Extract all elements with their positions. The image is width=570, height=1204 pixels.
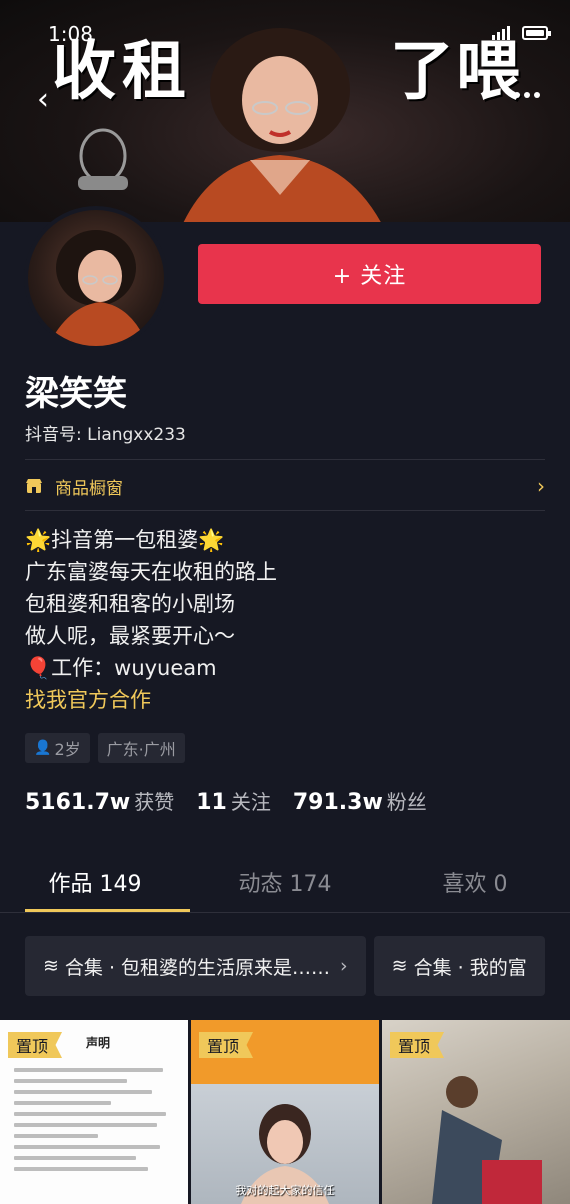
document-text-lines: [14, 1068, 176, 1178]
video-doc-title: 声明: [86, 1036, 111, 1050]
bio: 🌟抖音第一包租婆🌟 广东富婆每天在收租的路上 包租婆和租客的小剧场 做人呢，最紧…: [25, 524, 277, 716]
divider: [25, 510, 545, 511]
following-stat[interactable]: 11 关注: [196, 786, 271, 815]
collection-label: 合集 · 我的富: [413, 956, 527, 979]
more-dots-icon[interactable]: [514, 92, 540, 98]
back-arrow-icon[interactable]: ‹: [28, 82, 58, 117]
profile-stats: 5161.7w 获赞 11 关注 791.3w 粉丝: [25, 786, 449, 815]
video-thumbnail[interactable]: 置顶: [382, 1020, 570, 1204]
tab-dynamics[interactable]: 动态 174: [190, 852, 380, 912]
collection-card[interactable]: ≋ 合集 · 包租婆的生活原来是…… ›: [25, 936, 366, 996]
pinned-badge: 置顶: [8, 1032, 63, 1058]
profile-banner: 1:08 收租 了喂 ‹: [0, 0, 570, 222]
keys-image: [78, 128, 128, 190]
tab-likes[interactable]: 喜欢 0: [380, 852, 570, 912]
avatar[interactable]: [24, 206, 168, 350]
collections-row: ≋ 合集 · 包租婆的生活原来是…… › ≋ 合集 · 我的富: [25, 936, 545, 996]
video-grid: 置顶 声明 置顶 我对的起大家的信任 置顶: [0, 1020, 570, 1204]
banner-title-left: 收租: [52, 34, 192, 109]
age-label: 2岁: [54, 740, 81, 759]
profile-name: 梁笑笑: [25, 374, 127, 414]
video-person-image: [432, 1076, 542, 1204]
collection-label: 合集 · 包租婆的生活原来是……: [64, 956, 331, 979]
fans-label: 粉丝: [386, 790, 427, 814]
stack-icon: ≋: [43, 955, 59, 977]
divider: [25, 459, 545, 460]
female-icon: 👤: [34, 740, 52, 756]
location-tag: 广东·广州: [97, 733, 185, 763]
chevron-right-icon: ›: [340, 955, 348, 977]
video-caption: 我对的起大家的信任: [235, 1184, 335, 1197]
douyin-id[interactable]: 抖音号: Liangxx233: [25, 420, 186, 445]
shop-window-label: 商品橱窗: [55, 478, 123, 499]
bio-line: 包租婆和租客的小剧场: [25, 592, 235, 616]
video-thumbnail[interactable]: 置顶 声明: [0, 1020, 188, 1204]
collection-card[interactable]: ≋ 合集 · 我的富: [373, 936, 545, 996]
likes-count: 5161.7w: [25, 790, 131, 815]
avatar-image: [48, 230, 148, 346]
bio-line: 广东富婆每天在收租的路上: [25, 560, 277, 584]
bio-line: 🎈工作：wuyueam: [25, 656, 217, 680]
fans-count: 791.3w: [292, 790, 383, 815]
fans-stat[interactable]: 791.3w 粉丝: [293, 786, 427, 815]
content-tabs: 作品 149 动态 174 喜欢 0: [0, 852, 570, 912]
bio-line: 做人呢，最紧要开心～: [25, 624, 235, 648]
following-count: 11: [196, 790, 227, 815]
profile-tags: 👤 2岁 广东·广州: [25, 733, 185, 763]
tab-works[interactable]: 作品 149: [0, 852, 190, 912]
likes-stat: 5161.7w 获赞: [25, 786, 174, 815]
follow-button[interactable]: + 关注: [198, 244, 541, 304]
video-thumbnail[interactable]: 置顶 我对的起大家的信任: [191, 1020, 379, 1204]
divider: [0, 912, 570, 913]
shop-window-row[interactable]: 商品橱窗 ›: [25, 470, 545, 502]
likes-label: 获赞: [134, 790, 175, 814]
following-label: 关注: [230, 790, 271, 814]
shop-icon: [26, 479, 42, 493]
age-tag: 👤 2岁: [25, 733, 90, 763]
official-cooperation-link[interactable]: 找我官方合作: [25, 684, 277, 716]
bio-line: 🌟抖音第一包租婆🌟: [25, 528, 225, 552]
pinned-badge: 置顶: [390, 1032, 445, 1058]
pinned-badge: 置顶: [199, 1032, 254, 1058]
banner-title-right: 了喂: [390, 34, 522, 109]
chevron-right-icon: ›: [537, 474, 545, 498]
battery-icon: [522, 26, 551, 40]
stack-icon: ≋: [391, 955, 408, 977]
